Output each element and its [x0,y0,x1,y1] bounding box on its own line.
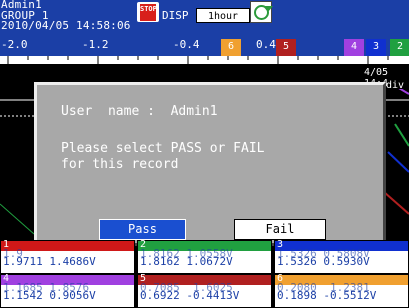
dialog-message-line1: Please select PASS or FAIL [61,141,265,156]
trace-3 [387,151,409,173]
channel-value: 1.1542 0.9056V [3,289,96,302]
channel-marker-4: 4 [344,39,364,59]
pass-button[interactable]: Pass [99,219,186,240]
stop-label: STOP [140,4,157,15]
channel-value: 0.1898 -0.5512V [277,289,377,302]
disp-label: DISP [162,9,189,22]
channel-panel-2: 2 1.8162 1.0558V 1.8162 1.0672V [137,239,272,274]
fail-button[interactable]: Fail [234,219,326,240]
status-header: Admin1 GROUP 1 2010/04/05 14:58:06 STOP … [0,0,409,34]
trend-div-label: div [386,80,405,91]
channel-panel-1: 1 1.9 1.9711 1.4686V [0,239,135,274]
wave-icon [140,15,156,21]
channel-value: 1.8162 1.0672V [140,255,233,268]
cycle-arrow [263,6,273,12]
trace-left [0,203,35,235]
channel-marker-5: 5 [276,39,296,59]
channel-value: 1.5326 0.5930V [277,255,370,268]
channel-panel-4: 4 1.1685 1.8576 1.1542 0.9056V [0,273,135,308]
dialog-message-line2: for this record [61,157,179,172]
header-info: Admin1 GROUP 1 2010/04/05 14:58:06 [1,0,131,32]
cycle-icon[interactable] [250,1,273,23]
channel-marker-2: 2 [390,39,409,59]
trace-2 [394,123,409,147]
scale-ruler [0,56,409,64]
channel-value: 0.6922 -0.4413V [140,289,240,302]
datetime: 2010/04/05 14:58:06 [1,19,131,32]
scale-tick: 0.4 [256,38,276,51]
scale-tick: -0.4 [173,38,200,51]
channel-marker-6: 6 [221,39,241,59]
ruler-ticks [7,56,389,64]
channel-panel-5: 5 0.7085 1.6025 0.6922 -0.4413V [137,273,272,308]
channel-marker-3: 3 [366,39,386,59]
stop-icon[interactable]: STOP [137,2,159,22]
timebase-field[interactable]: 1hour [196,8,250,23]
channel-value: 1.9711 1.4686V [3,255,96,268]
trace-5 [383,191,409,215]
pass-fail-dialog: User name : Admin1 Please select PASS or… [34,82,386,246]
channel-panel-3: 3 1.5326 0.5808V 1.5326 0.5930V [274,239,409,274]
scale-tick: -1.2 [82,38,109,51]
scale-tick: -2.0 [1,38,28,51]
dialog-user-name: User name : Admin1 [61,104,218,119]
channel-panel-6: 6 0.2080 1.2381 0.1898 -0.5512V [274,273,409,308]
